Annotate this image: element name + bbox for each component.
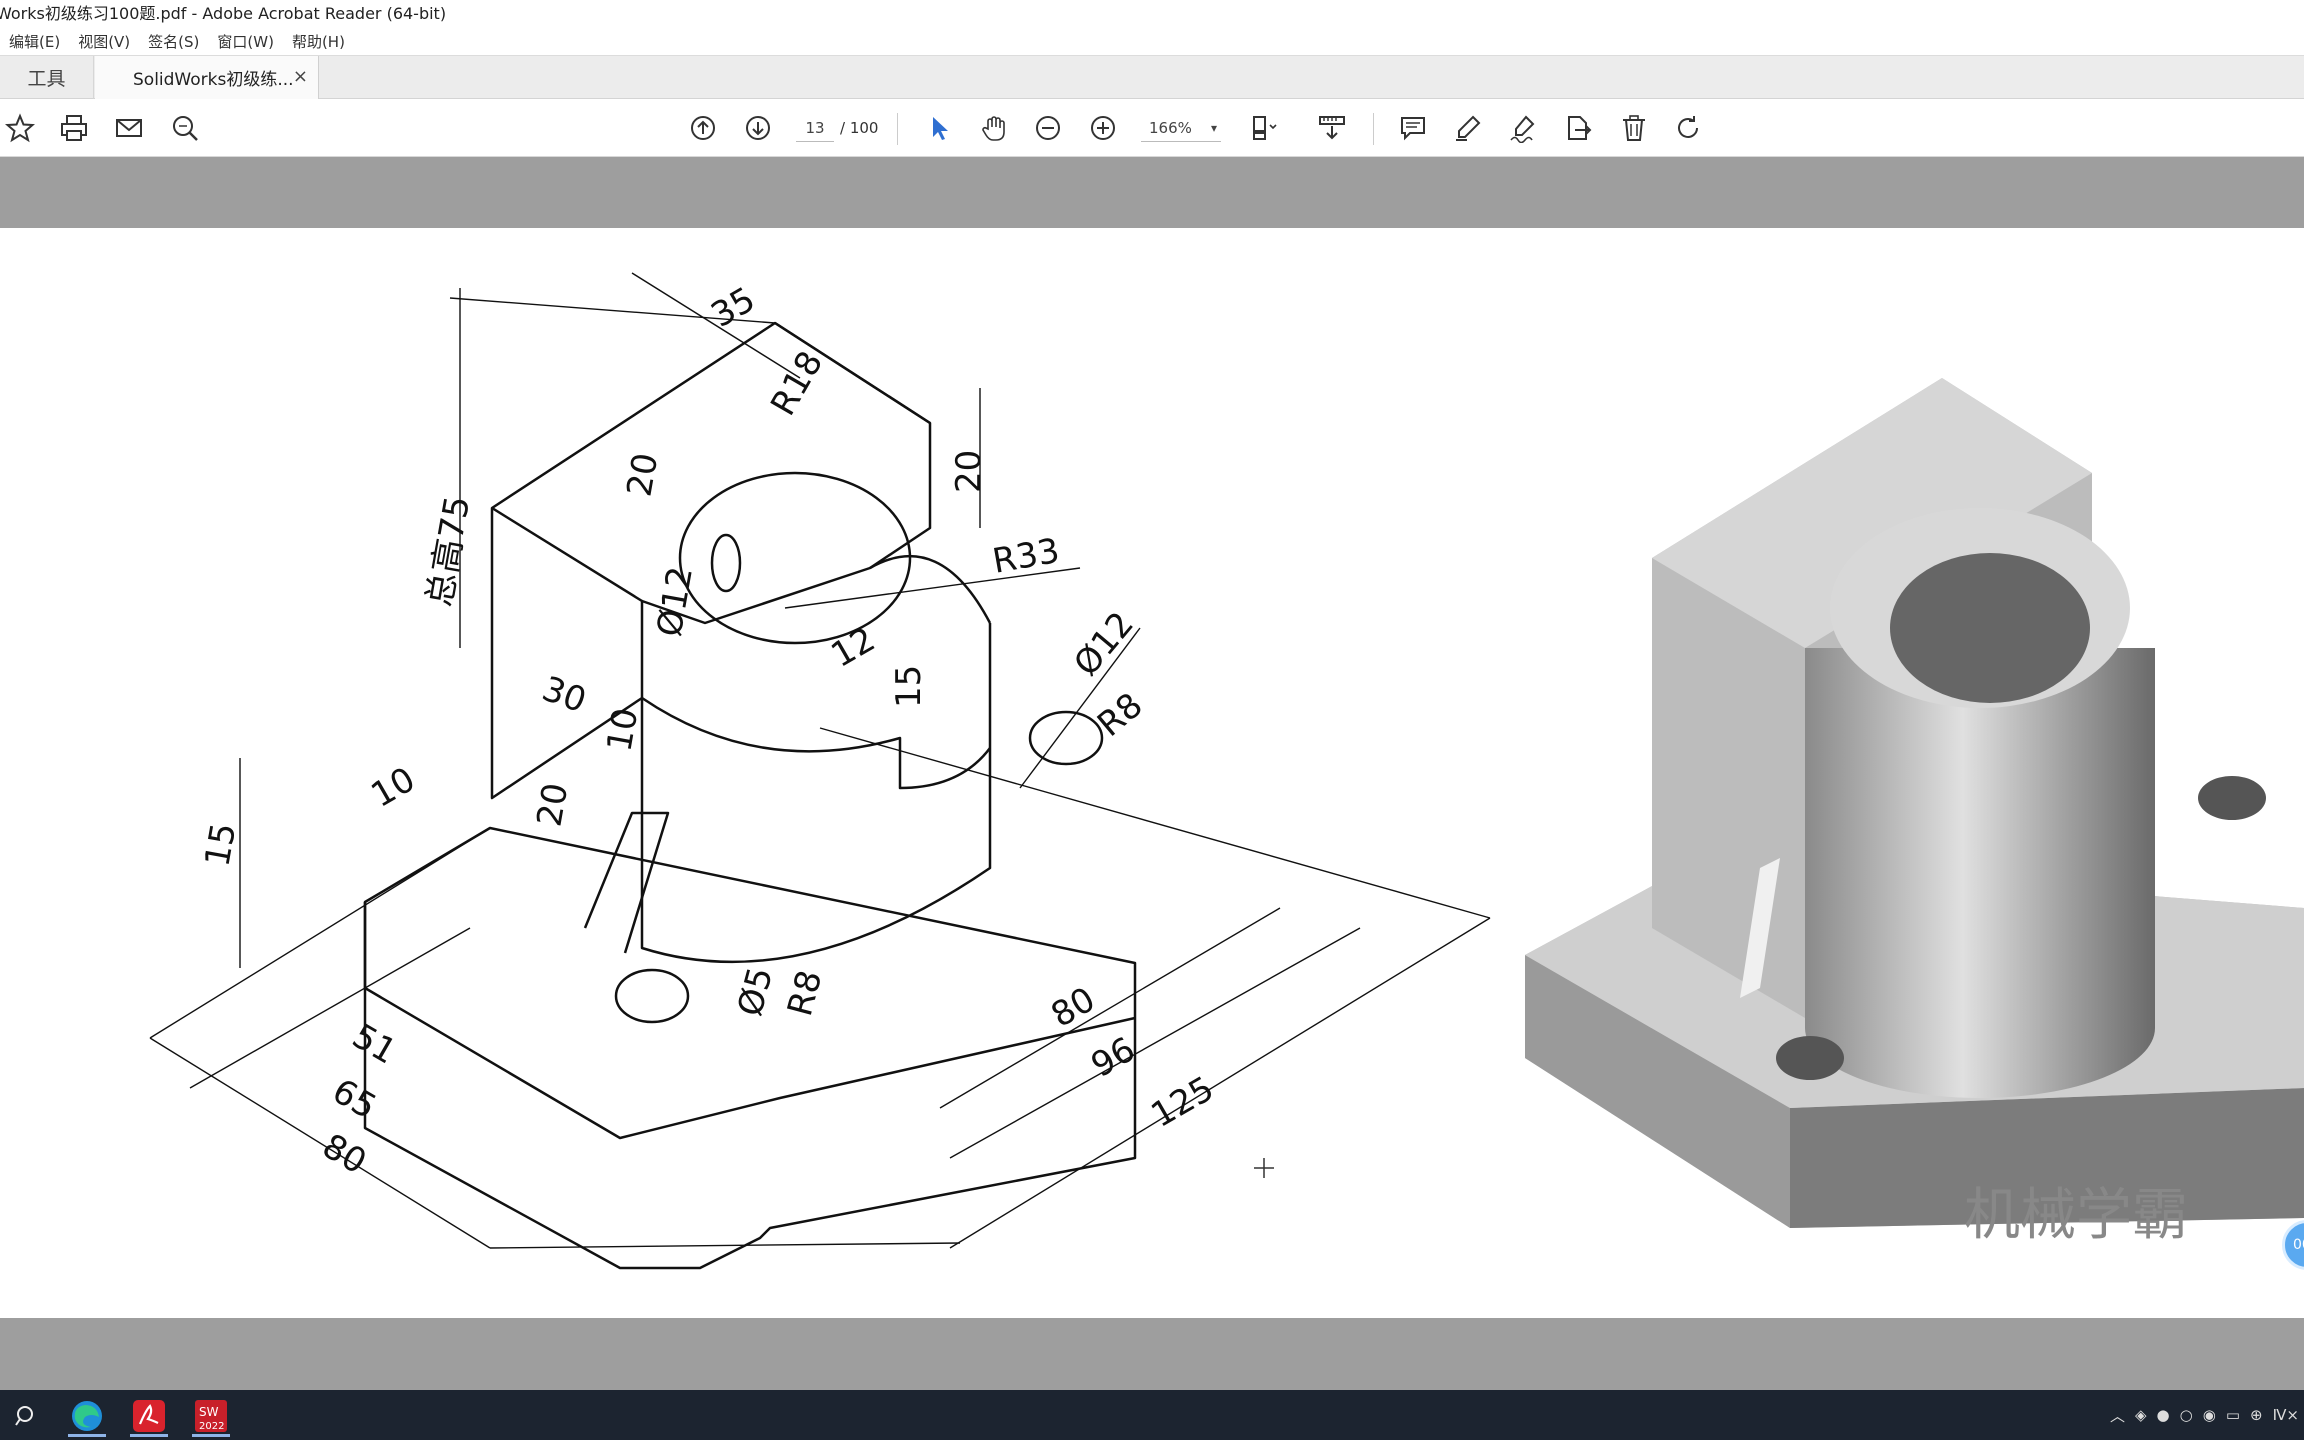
dim-r8-b: R8 <box>780 966 830 1020</box>
close-icon[interactable]: × <box>293 66 308 87</box>
edge-icon[interactable] <box>62 1395 112 1437</box>
menu-window[interactable]: 窗口(W) <box>208 31 283 52</box>
print-icon[interactable] <box>56 110 92 146</box>
dim-dia5: Ø5 <box>730 963 781 1020</box>
search-zoom-icon[interactable] <box>167 110 203 146</box>
dim-125: 125 <box>1145 1069 1221 1136</box>
technical-drawing: 35 R18 20 20 总高75 R33 Ø12 12 15 Ø12 R8 3… <box>149 272 2304 1270</box>
svg-text:SW: SW <box>199 1405 219 1419</box>
dim-30: 30 <box>537 669 591 721</box>
select-cursor-icon[interactable] <box>921 110 957 146</box>
dim-20-a: 20 <box>619 450 666 500</box>
acrobat-window: Works初级练习100题.pdf - Adobe Acrobat Reader… <box>0 0 2304 1440</box>
chevron-up-icon[interactable]: ︿ <box>2110 1405 2125 1426</box>
active-indicator <box>192 1434 230 1437</box>
tab-tools[interactable]: 工具 <box>0 56 94 99</box>
dim-51: 51 <box>346 1016 403 1072</box>
toolbar-divider <box>897 113 898 145</box>
menu-bar: 编辑(E) 视图(V) 签名(S) 窗口(W) 帮助(H) <box>0 28 2304 55</box>
zoom-level-select[interactable]: 166% ▾ <box>1141 114 1221 142</box>
bookmark-star-icon[interactable] <box>2 110 38 146</box>
dim-12: 12 <box>825 620 882 676</box>
dim-10-b: 10 <box>365 760 422 816</box>
dim-total-height: 总高75 <box>419 493 478 610</box>
badge-label: 00 <box>2293 1237 2304 1253</box>
solidworks-icon[interactable]: SW 2022 <box>186 1395 236 1437</box>
acrobat-icon[interactable] <box>124 1395 174 1437</box>
page-up-icon[interactable] <box>685 110 721 146</box>
chevron-down-icon: ▾ <box>1210 121 1217 135</box>
email-icon[interactable] <box>111 110 147 146</box>
dim-10-a: 10 <box>599 705 646 755</box>
zoom-out-icon[interactable] <box>1030 110 1066 146</box>
hand-tool-icon[interactable] <box>976 110 1012 146</box>
title-bar: Works初级练习100题.pdf - Adobe Acrobat Reader… <box>0 0 2304 28</box>
dim-r33: R33 <box>990 531 1063 582</box>
tab-bar: 工具 SolidWorks初级练... × <box>0 55 2304 99</box>
delete-icon[interactable] <box>1616 110 1652 146</box>
tab-document-label: SolidWorks初级练... <box>133 70 294 90</box>
dim-35: 35 <box>705 280 762 336</box>
sign-icon[interactable] <box>1505 110 1541 146</box>
volume-icon[interactable]: Ⅳ× <box>2273 1406 2299 1424</box>
menu-sign[interactable]: 签名(S) <box>139 31 208 52</box>
battery-icon[interactable]: ▭ <box>2226 1406 2240 1424</box>
comment-icon[interactable] <box>1395 110 1431 146</box>
dim-65: 65 <box>326 1071 383 1127</box>
taskbar: SW 2022 ︿ ◈ ● ○ ◉ ▭ ⊕ Ⅳ× <box>0 1390 2304 1440</box>
toolbar: 13 / 100 166% ▾ <box>0 99 2304 157</box>
menu-help[interactable]: 帮助(H) <box>283 31 354 52</box>
fit-page-icon[interactable] <box>1246 110 1282 146</box>
active-indicator <box>130 1434 168 1437</box>
microphone-icon[interactable]: ● <box>2157 1406 2170 1424</box>
scroll-mode-icon[interactable] <box>1314 110 1350 146</box>
menu-view[interactable]: 视图(V) <box>69 31 139 52</box>
zoom-in-icon[interactable] <box>1085 110 1121 146</box>
dim-r18: R18 <box>763 345 831 423</box>
pdf-page: 35 R18 20 20 总高75 R33 Ø12 12 15 Ø12 R8 3… <box>0 228 2304 1318</box>
page-total: / 100 <box>840 119 879 137</box>
search-icon[interactable] <box>2 1395 52 1437</box>
system-tray: ︿ ◈ ● ○ ◉ ▭ ⊕ Ⅳ× <box>2105 1390 2304 1440</box>
active-indicator <box>68 1434 106 1437</box>
globe-icon[interactable]: ⊕ <box>2250 1406 2263 1424</box>
dim-80-a: 80 <box>316 1126 373 1182</box>
dim-15-a: 15 <box>889 665 929 708</box>
rotate-icon[interactable] <box>1670 110 1706 146</box>
dim-dia12-b: Ø12 <box>1066 604 1142 683</box>
tab-document[interactable]: SolidWorks初级练... × <box>95 56 319 99</box>
dim-20-b: 20 <box>949 450 989 493</box>
export-icon[interactable] <box>1560 110 1596 146</box>
page-number-input[interactable]: 13 <box>796 114 834 142</box>
window-title: Works初级练习100题.pdf - Adobe Acrobat Reader… <box>0 4 447 23</box>
watermark-text: 机械学霸 <box>1964 1183 2188 1248</box>
dim-dia12-a: Ø12 <box>649 564 701 640</box>
3d-model-render <box>1525 378 2304 1228</box>
dim-r8-a: R8 <box>1090 685 1150 745</box>
page-down-icon[interactable] <box>740 110 776 146</box>
wechat-icon[interactable]: ◉ <box>2203 1406 2216 1424</box>
highlight-icon[interactable] <box>1450 110 1486 146</box>
dim-20-c: 20 <box>529 780 576 830</box>
toolbar-divider <box>1373 113 1374 145</box>
solidworks-version: 2022 <box>199 1421 224 1432</box>
search-tray-icon[interactable]: ○ <box>2180 1406 2193 1424</box>
shield-icon[interactable]: ◈ <box>2135 1406 2147 1424</box>
cursor-crosshair-icon <box>1254 1158 1274 1178</box>
zoom-level-value: 166% <box>1149 119 1192 137</box>
dim-15-b: 15 <box>197 820 244 870</box>
menu-edit[interactable]: 编辑(E) <box>0 31 69 52</box>
